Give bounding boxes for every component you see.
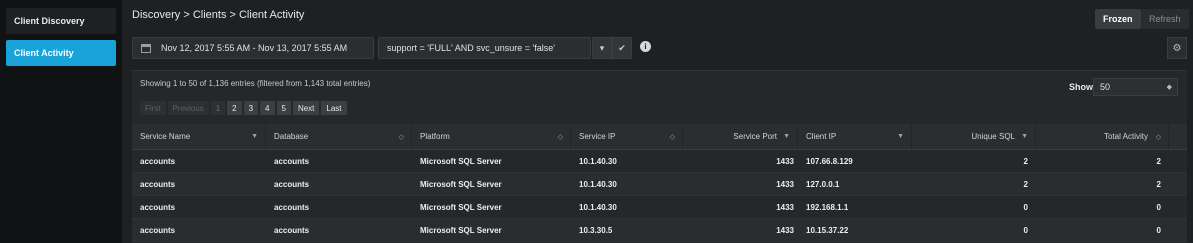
table-row[interactable]: accounts accounts Microsoft SQL Server 10.1… — [132, 173, 1187, 196]
cell-service-name: accounts — [140, 202, 176, 212]
page-size-value: 50 — [1100, 82, 1111, 92]
breadcrumb: Discovery > Clients > Client Activity — [132, 9, 305, 21]
pager-page-2[interactable]: 2 — [227, 101, 242, 115]
sidebar-item-client-discovery[interactable]: Client Discovery — [6, 8, 116, 34]
cell-service-port: 1433 — [776, 179, 794, 189]
cell-total-activity: 0 — [1156, 202, 1161, 212]
cell-database: accounts — [274, 179, 310, 189]
sort-icon: ◇ — [557, 133, 563, 141]
table-row[interactable]: accounts accounts Microsoft SQL Server 10.3… — [132, 219, 1187, 242]
table-row[interactable]: accounts accounts Microsoft SQL Server 10.1… — [132, 150, 1187, 173]
calendar-icon — [141, 43, 151, 53]
cell-platform: Microsoft SQL Server — [420, 156, 502, 166]
column-header-service-ip[interactable]: Service IP ◇ — [571, 124, 683, 149]
sort-icon: ◇ — [1155, 133, 1161, 141]
pager-first[interactable]: First — [140, 101, 166, 115]
pager-page-3[interactable]: 3 — [243, 101, 259, 115]
pager-page-4[interactable]: 4 — [260, 101, 275, 115]
cell-unique-sql: 2 — [1023, 156, 1028, 166]
sidebar-item-client-activity[interactable]: Client Activity — [6, 40, 116, 66]
cell-unique-sql: 0 — [1023, 225, 1028, 235]
table-row[interactable]: accounts accounts Microsoft SQL Server 10.1… — [132, 196, 1187, 219]
cell-database: accounts — [274, 225, 310, 235]
results-panel: Showing 1 to 50 of 1,136 entries (filter… — [132, 70, 1187, 243]
table-body: accounts accounts Microsoft SQL Server 10.1… — [132, 150, 1187, 242]
cell-total-activity: 2 — [1156, 156, 1161, 166]
select-arrows-icon: ◆ — [1166, 84, 1172, 91]
cell-client-ip: 10.15.37.22 — [806, 225, 849, 235]
column-header-client-ip[interactable]: Client IP ▼ — [798, 124, 912, 149]
cell-service-name: accounts — [140, 225, 176, 235]
date-range-picker[interactable]: Nov 12, 2017 5:55 AM - Nov 13, 2017 5:55… — [132, 37, 374, 59]
cell-total-activity: 2 — [1156, 179, 1161, 189]
column-header-platform[interactable]: Platform ◇ — [412, 124, 571, 149]
activity-table: Service Name ▼ Database ◇ Platform ◇ Servic… — [132, 124, 1187, 242]
cell-platform: Microsoft SQL Server — [420, 179, 502, 189]
pager-next[interactable]: Next — [292, 101, 320, 115]
table-header: Service Name ▼ Database ◇ Platform ◇ Servic… — [132, 124, 1187, 150]
sort-icon: ▼ — [1021, 133, 1028, 140]
cell-client-ip: 127.0.0.1 — [806, 179, 840, 189]
pager-page-1[interactable]: 1 — [210, 101, 226, 115]
sort-icon: ▼ — [251, 133, 258, 140]
pager-last[interactable]: Last — [321, 101, 347, 115]
filter-dropdown-button[interactable]: ▾ — [592, 37, 612, 59]
column-header-total-activity[interactable]: Total Activity ◇ — [1036, 124, 1169, 149]
sort-icon: ▼ — [897, 133, 904, 140]
cell-service-ip: 10.3.30.5 — [579, 225, 613, 235]
cell-total-activity: 0 — [1156, 225, 1161, 235]
sort-icon: ◇ — [398, 133, 404, 141]
entries-summary: Showing 1 to 50 of 1,136 entries (filter… — [140, 79, 371, 88]
date-range-value: Nov 12, 2017 5:55 AM - Nov 13, 2017 5:55… — [161, 43, 348, 53]
cell-platform: Microsoft SQL Server — [420, 225, 502, 235]
refresh-button[interactable]: Refresh — [1141, 9, 1189, 29]
info-icon[interactable]: i — [640, 41, 651, 52]
sort-icon: ◇ — [669, 133, 675, 141]
settings-button[interactable]: ⚙ — [1167, 37, 1187, 59]
cell-database: accounts — [274, 156, 310, 166]
sort-icon: ▼ — [783, 133, 790, 140]
column-header-service-port[interactable]: Service Port ▼ — [683, 124, 798, 149]
cell-client-ip: 192.168.1.1 — [806, 202, 849, 212]
show-label: Show: — [1069, 82, 1096, 92]
sidebar: Client Discovery Client Activity — [0, 0, 122, 243]
cell-service-name: accounts — [140, 179, 176, 189]
main-content: Discovery > Clients > Client Activity Fr… — [122, 0, 1193, 243]
column-header-database[interactable]: Database ◇ — [266, 124, 412, 149]
column-header-service-name[interactable]: Service Name ▼ — [132, 124, 266, 149]
cell-database: accounts — [274, 202, 310, 212]
cell-service-ip: 10.1.40.30 — [579, 156, 617, 166]
page-size-select[interactable]: 50 ◆ — [1093, 78, 1178, 96]
pager-previous[interactable]: Previous — [167, 101, 209, 115]
cell-service-port: 1433 — [776, 202, 794, 212]
cell-client-ip: 107.66.8.129 — [806, 156, 853, 166]
cell-service-name: accounts — [140, 156, 176, 166]
apply-filter-button[interactable]: ✔ — [612, 37, 632, 59]
pager-page-5[interactable]: 5 — [276, 101, 291, 115]
column-header-unique-sql[interactable]: Unique SQL ▼ — [912, 124, 1036, 149]
filter-input[interactable]: support = 'FULL' AND svc_unsure = 'false… — [378, 37, 591, 59]
gear-icon: ⚙ — [1172, 42, 1182, 54]
filter-value: support = 'FULL' AND svc_unsure = 'false… — [387, 43, 555, 53]
cell-service-ip: 10.1.40.30 — [579, 179, 617, 189]
cell-platform: Microsoft SQL Server — [420, 202, 502, 212]
pagination: First Previous 1 2 3 4 5 Next Last — [140, 101, 347, 115]
cell-unique-sql: 2 — [1023, 179, 1028, 189]
cell-service-ip: 10.1.40.30 — [579, 202, 617, 212]
cell-unique-sql: 0 — [1023, 202, 1028, 212]
cell-service-port: 1433 — [776, 225, 794, 235]
check-icon: ✔ — [618, 42, 626, 53]
caret-down-icon: ▾ — [599, 42, 605, 53]
frozen-button[interactable]: Frozen — [1095, 9, 1141, 29]
cell-service-port: 1433 — [776, 156, 794, 166]
